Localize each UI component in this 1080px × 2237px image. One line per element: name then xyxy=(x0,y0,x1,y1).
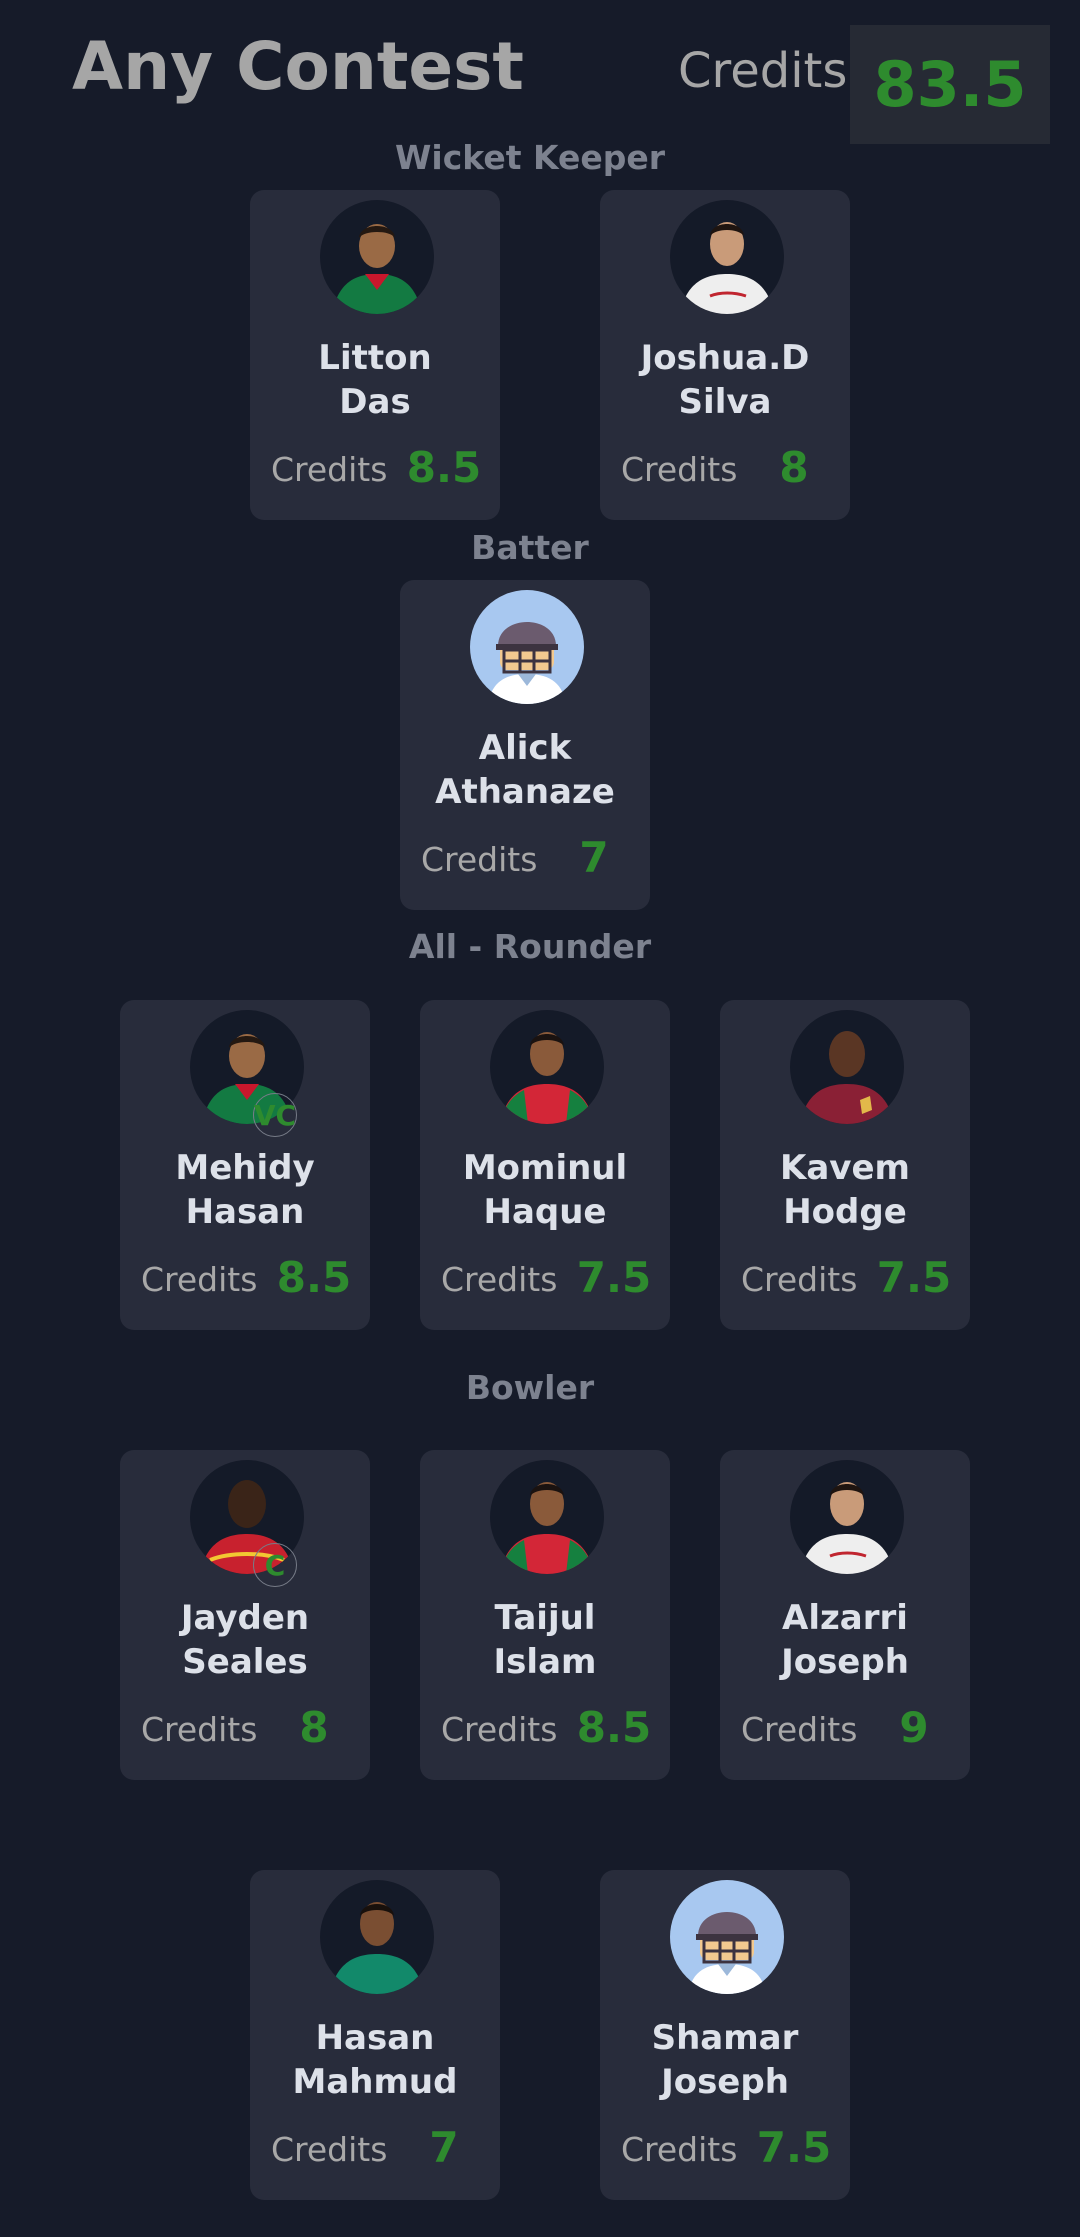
player-avatar xyxy=(320,1880,434,1994)
page-title: Any Contest xyxy=(72,28,524,105)
credits-value: 8.5 xyxy=(576,1703,652,1752)
player-name: Taijul Islam xyxy=(493,1598,597,1682)
credits-label: Credits xyxy=(141,1710,258,1749)
credits-label: Credits xyxy=(741,1710,858,1749)
player-card-joshua-silva[interactable]: Joshua.D Silva Credits 8 xyxy=(600,190,850,520)
section-title-batter: Batter xyxy=(471,528,589,567)
credits-value: 8.5 xyxy=(406,443,482,492)
credits-label: Credits xyxy=(441,1260,558,1299)
section-title-all-rounder: All - Rounder xyxy=(408,927,652,966)
player-name: Alick Athanaze xyxy=(435,728,615,812)
player-name: Mehidy Hasan xyxy=(175,1148,315,1232)
total-credits-box: 83.5 xyxy=(850,25,1050,144)
credits-value: 8 xyxy=(779,443,809,492)
player-name: Jayden Seales xyxy=(180,1598,310,1682)
player-name: Kavem Hodge xyxy=(780,1148,910,1232)
credits-label: Credits xyxy=(621,450,738,489)
credits-label: Credits xyxy=(271,2130,388,2169)
credits-label: Credits xyxy=(441,1710,558,1749)
player-card-kavem-hodge[interactable]: Kavem Hodge Credits 7.5 xyxy=(720,1000,970,1330)
player-avatar xyxy=(790,1010,904,1124)
player-name: Shamar Joseph xyxy=(651,2018,799,2102)
player-avatar xyxy=(490,1460,604,1574)
credits-value: 8 xyxy=(299,1703,329,1752)
credits-label: Credits xyxy=(141,1260,258,1299)
player-card-alick-athanaze[interactable]: Alick Athanaze Credits 7 xyxy=(400,580,650,910)
player-name: Mominul Haque xyxy=(462,1148,628,1232)
player-name: Hasan Mahmud xyxy=(292,2018,458,2102)
player-avatar xyxy=(670,200,784,314)
player-name: Litton Das xyxy=(318,338,432,422)
player-avatar xyxy=(790,1460,904,1574)
player-card-shamar-joseph[interactable]: Shamar Joseph Credits 7.5 xyxy=(600,1870,850,2200)
total-credits-value: 83.5 xyxy=(873,47,1027,121)
section-title-wicket-keeper: Wicket Keeper xyxy=(394,138,665,177)
default-player-helmet-icon xyxy=(670,1880,784,1994)
player-avatar xyxy=(490,1010,604,1124)
player-card-mominul-haque[interactable]: Mominul Haque Credits 7.5 xyxy=(420,1000,670,1330)
credits-value: 7 xyxy=(579,833,609,882)
player-name: Joshua.D Silva xyxy=(640,338,810,422)
section-title-bowler: Bowler xyxy=(465,1368,595,1407)
credits-value: 8.5 xyxy=(276,1253,352,1302)
credits-label: Credits xyxy=(421,840,538,879)
player-card-hasan-mahmud[interactable]: Hasan Mahmud Credits 7 xyxy=(250,1870,500,2200)
credits-label: Credits xyxy=(741,1260,858,1299)
credits-value: 7 xyxy=(429,2123,459,2172)
captain-badge: C xyxy=(253,1543,297,1587)
player-card-jayden-seales[interactable]: C Jayden Seales Credits 8 xyxy=(120,1450,370,1780)
player-card-taijul-islam[interactable]: Taijul Islam Credits 8.5 xyxy=(420,1450,670,1780)
credits-value: 7.5 xyxy=(756,2123,832,2172)
credits-value: 7.5 xyxy=(576,1253,652,1302)
vice-captain-badge: VC xyxy=(253,1093,297,1137)
credits-label: Credits xyxy=(621,2130,738,2169)
credits-value: 7.5 xyxy=(876,1253,952,1302)
player-card-mehidy-hasan[interactable]: VC Mehidy Hasan Credits 8.5 xyxy=(120,1000,370,1330)
player-avatar xyxy=(320,200,434,314)
player-card-litton-das[interactable]: Litton Das Credits 8.5 xyxy=(250,190,500,520)
credits-value: 9 xyxy=(899,1703,929,1752)
header-credits-label: Credits xyxy=(678,43,848,99)
credits-label: Credits xyxy=(271,450,388,489)
player-card-alzarri-joseph[interactable]: Alzarri Joseph Credits 9 xyxy=(720,1450,970,1780)
default-player-helmet-icon xyxy=(470,590,584,704)
player-name: Alzarri Joseph xyxy=(781,1598,909,1682)
